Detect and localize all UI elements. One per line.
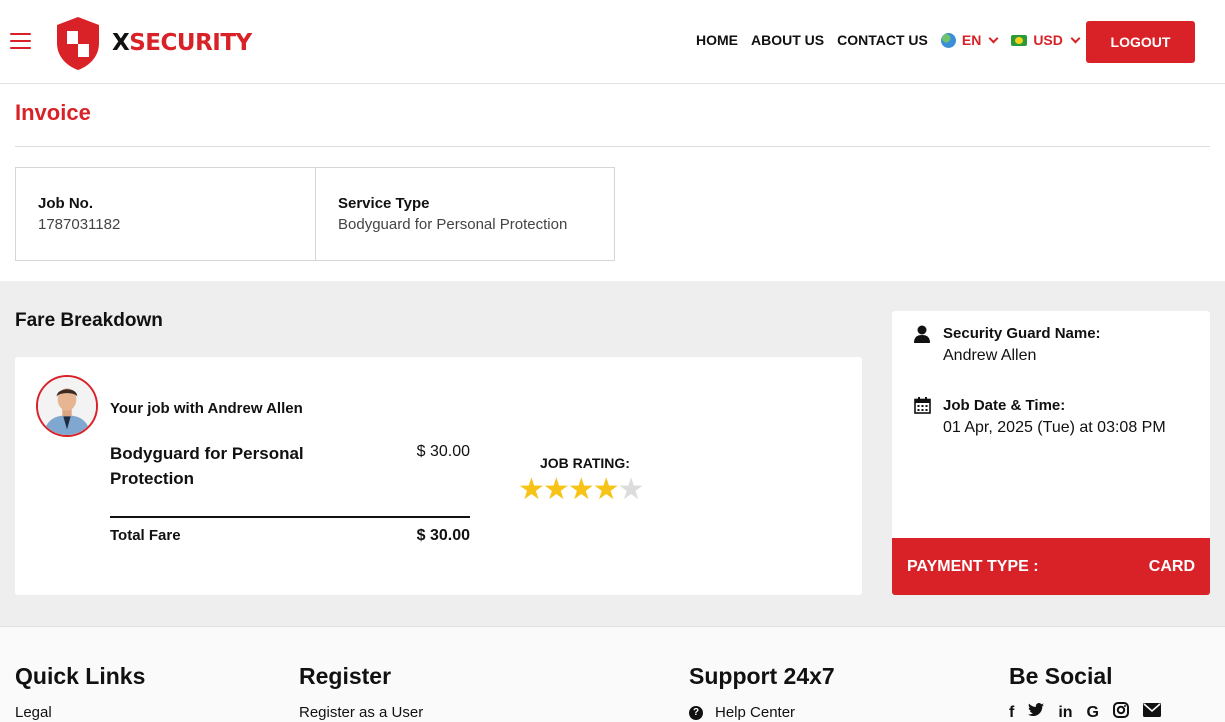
fare-divider <box>110 516 470 518</box>
user-icon <box>914 325 933 365</box>
twitter-icon[interactable] <box>1028 703 1045 722</box>
logout-button[interactable]: LOGOUT <box>1086 21 1195 63</box>
footer-register-heading: Register <box>299 663 392 689</box>
linkedin-icon[interactable]: in <box>1058 703 1072 722</box>
shield-logo-icon <box>57 17 99 70</box>
footer-register: Register Register as a User <box>299 663 423 721</box>
logo-text: XSECURITY <box>112 30 252 56</box>
calendar-icon <box>914 397 933 437</box>
job-date-label: Job Date & Time: <box>943 397 1066 414</box>
job-with-label: Your job with Andrew Allen <box>110 400 303 417</box>
job-no-label: Job No. <box>38 195 93 212</box>
nav-about-us[interactable]: ABOUT US <box>751 32 824 48</box>
footer-quick-links: Quick Links Legal <box>15 663 145 721</box>
flag-icon <box>1011 34 1028 46</box>
star-filled-icon: ★ <box>567 473 595 506</box>
footer-support-heading: Support 24x7 <box>689 663 835 689</box>
job-no-value: 1787031182 <box>38 216 121 233</box>
payment-type-bar: PAYMENT TYPE : CARD <box>892 538 1210 595</box>
job-date-row: Job Date & Time: 01 Apr, 2025 (Tue) at 0… <box>914 397 1166 437</box>
footer-link-legal[interactable]: Legal <box>15 704 145 721</box>
guard-name-row: Security Guard Name: Andrew Allen <box>914 325 1101 365</box>
job-date-value: 01 Apr, 2025 (Tue) at 03:08 PM <box>943 419 1166 436</box>
footer-link-help-center[interactable]: ? Help Center <box>689 704 835 721</box>
job-no-cell: Job No. 1787031182 <box>16 168 315 260</box>
nav-contact-us[interactable]: CONTACT US <box>837 32 928 48</box>
menu-icon[interactable] <box>10 33 31 50</box>
footer: Quick Links Legal Register Register as a… <box>0 626 1225 722</box>
star-filled-icon: ★ <box>592 473 620 506</box>
invoice-info-table: Job No. 1787031182 Service Type Bodyguar… <box>15 167 615 261</box>
currency-selector[interactable]: USD <box>1011 32 1081 48</box>
divider <box>15 146 1210 147</box>
currency-value: USD <box>1033 32 1063 48</box>
help-center-label: Help Center <box>715 704 796 721</box>
fare-card: Your job with Andrew Allen Bodyguard for… <box>15 357 862 595</box>
footer-support: Support 24x7 ? Help Center <box>689 663 835 721</box>
service-type-cell: Service Type Bodyguard for Personal Prot… <box>315 168 614 260</box>
star-empty-icon: ★ <box>617 473 645 506</box>
question-circle-icon: ? <box>689 705 703 720</box>
guard-name-label: Security Guard Name: <box>943 325 1101 342</box>
job-rating-label: JOB RATING: <box>540 455 630 471</box>
language-selector[interactable]: EN <box>940 32 999 48</box>
job-rating-stars: ★ ★ ★ ★ ★ <box>518 473 645 507</box>
guard-name-value: Andrew Allen <box>943 347 1037 364</box>
instagram-icon[interactable] <box>1113 702 1129 722</box>
avatar <box>36 375 98 437</box>
star-filled-icon: ★ <box>518 473 545 506</box>
fare-breakdown-title: Fare Breakdown <box>15 310 163 331</box>
star-filled-icon: ★ <box>542 473 570 506</box>
page-title: Invoice <box>15 100 91 125</box>
logo[interactable]: XSECURITY <box>54 14 252 72</box>
fare-section: Fare Breakdown Your job with Andrew Alle… <box>0 281 1225 626</box>
language-value: EN <box>961 32 982 48</box>
chevron-down-icon <box>988 33 999 43</box>
total-fare-label: Total Fare <box>110 527 181 544</box>
fare-service-name: Bodyguard for Personal Protection <box>110 444 304 488</box>
payment-type-value: CARD <box>1148 557 1195 575</box>
footer-social-heading: Be Social <box>1009 663 1113 689</box>
footer-quick-links-heading: Quick Links <box>15 663 146 689</box>
facebook-icon[interactable]: f <box>1009 703 1014 722</box>
payment-type-label: PAYMENT TYPE : <box>907 557 1039 575</box>
footer-social: Be Social f in G <box>1009 663 1175 722</box>
header: XSECURITY HOME ABOUT US CONTACT US EN US… <box>0 0 1225 84</box>
email-icon[interactable] <box>1143 703 1161 722</box>
guard-photo-icon <box>38 377 96 435</box>
social-links: f in G <box>1009 702 1175 722</box>
google-icon[interactable]: G <box>1087 703 1099 722</box>
footer-link-register-user[interactable]: Register as a User <box>299 704 423 721</box>
main-nav: HOME ABOUT US CONTACT US EN USD <box>696 32 1093 48</box>
nav-home[interactable]: HOME <box>696 32 738 48</box>
chevron-down-icon <box>1070 33 1081 43</box>
service-type-value: Bodyguard for Personal Protection <box>338 216 568 233</box>
total-fare-value: $ 30.00 <box>416 527 470 544</box>
fare-service-price: $ 30.00 <box>416 443 470 460</box>
service-type-label: Service Type <box>338 195 430 212</box>
guard-card: Security Guard Name: Andrew Allen Job Da… <box>892 311 1210 595</box>
globe-icon <box>940 32 956 48</box>
